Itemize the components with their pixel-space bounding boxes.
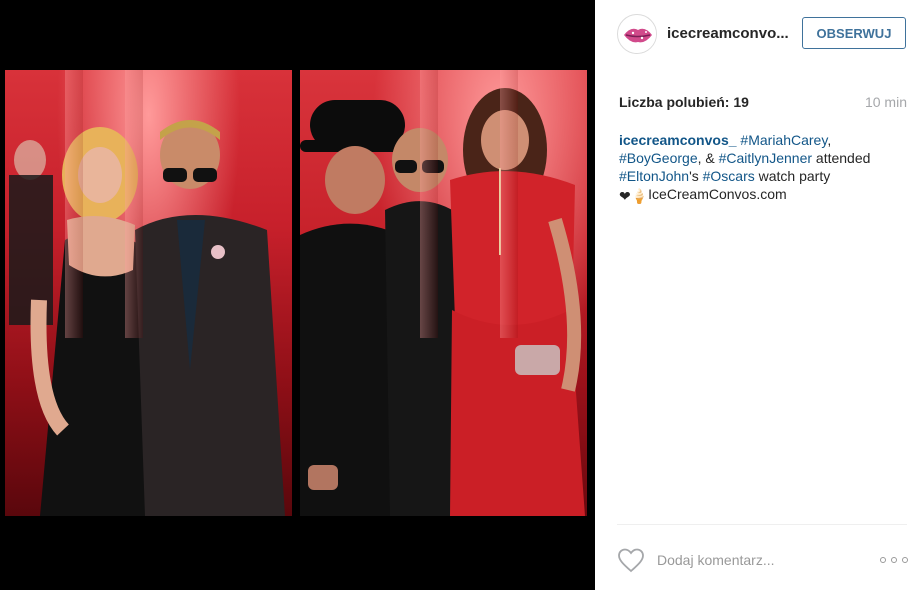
username-link[interactable]: icecreamconvo... <box>667 25 789 42</box>
heart-icon <box>618 548 644 573</box>
caption-text: 's <box>689 168 703 184</box>
drape-decoration <box>420 70 438 338</box>
photo-left-illustration <box>9 120 285 516</box>
hashtag-link[interactable]: #EltonJohn <box>619 168 689 184</box>
caption-text: watch party <box>754 168 831 184</box>
comment-input[interactable] <box>657 549 857 571</box>
dot <box>902 557 908 563</box>
caption-text: , & <box>697 150 719 166</box>
caption-text: , <box>827 132 832 148</box>
dot <box>880 557 886 563</box>
photo-right <box>300 70 587 516</box>
avatar[interactable] <box>617 14 657 54</box>
caption-site: IceCreamConvos.com <box>648 186 787 202</box>
lips-logo-icon <box>619 16 656 53</box>
post-photo-area[interactable] <box>0 0 595 590</box>
post-sidebar: icecreamconvo... OBSERWUJ Liczba polubie… <box>595 0 919 590</box>
divider <box>617 524 907 525</box>
follow-button[interactable]: OBSERWUJ <box>802 17 906 49</box>
hashtag-link[interactable]: #MariahCarey <box>740 132 827 148</box>
likes-count[interactable]: Liczba polubień: 19 <box>619 94 749 110</box>
like-button[interactable] <box>617 547 645 573</box>
post-time[interactable]: 10 min <box>865 94 907 110</box>
photo-left <box>5 70 292 516</box>
heart-icecream-emoji-icon: ❤🍦 <box>619 188 649 204</box>
hashtag-link[interactable]: #CaitlynJenner <box>719 150 812 166</box>
dot <box>891 557 897 563</box>
hashtag-link[interactable]: #Oscars <box>703 168 755 184</box>
caption-text: attended <box>812 150 871 166</box>
drape-decoration <box>125 70 143 338</box>
drape-decoration <box>500 70 518 338</box>
photo-right-illustration <box>300 88 585 516</box>
more-options-icon[interactable] <box>880 553 908 567</box>
post-meta: Liczba polubień: 19 10 min <box>619 94 907 112</box>
post-header: icecreamconvo... OBSERWUJ <box>595 0 919 70</box>
caption-username[interactable]: icecreamconvos_ <box>619 132 737 148</box>
hashtag-link[interactable]: #BoyGeorge <box>619 150 698 166</box>
post-caption: icecreamconvos_ #MariahCarey, #BoyGeorge… <box>619 131 909 205</box>
drape-decoration <box>65 70 83 338</box>
